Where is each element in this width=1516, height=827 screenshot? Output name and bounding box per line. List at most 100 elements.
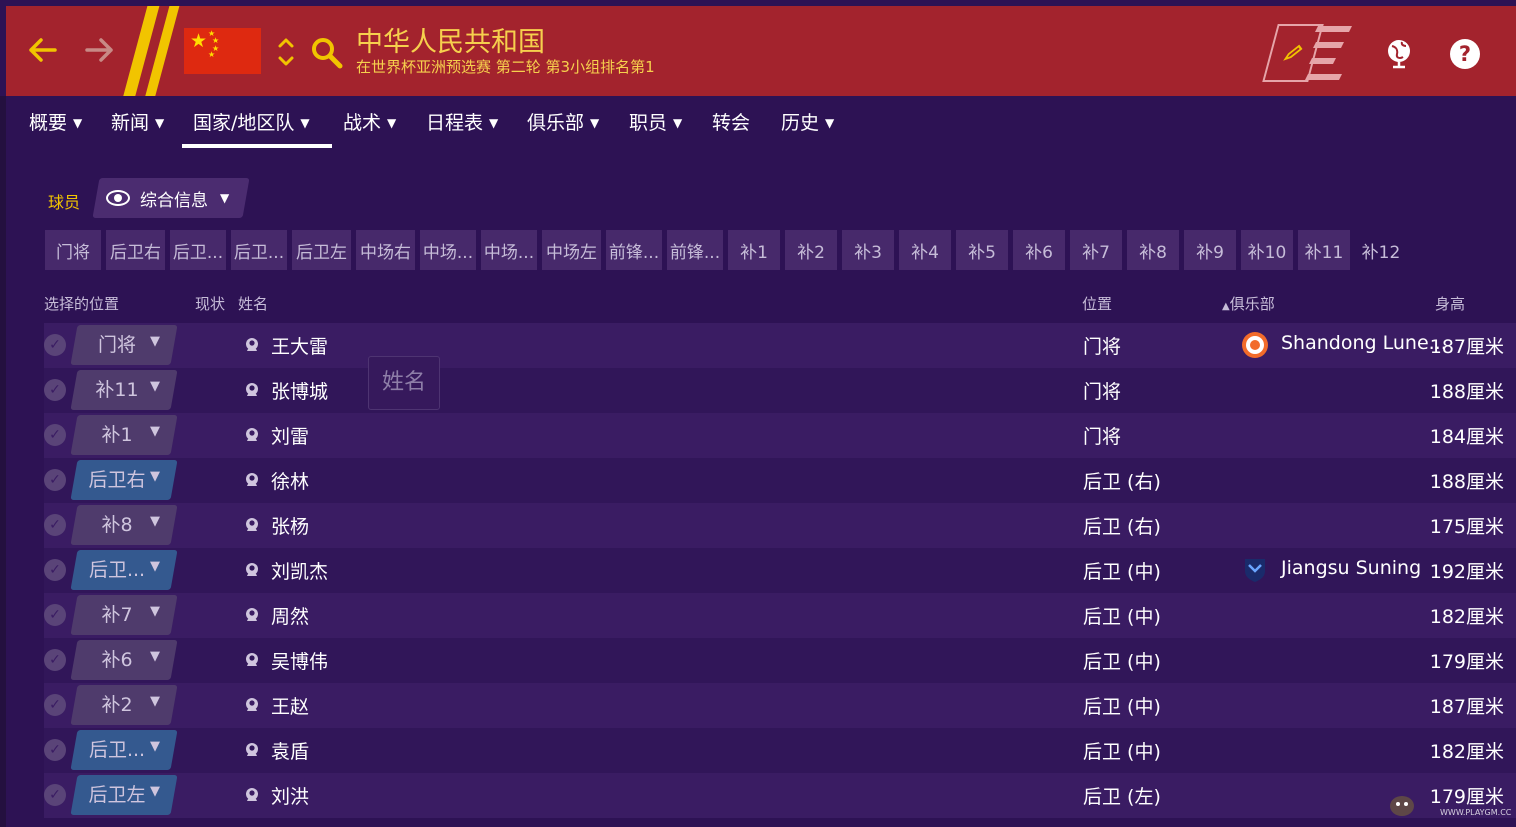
position-tab[interactable]: 前锋... bbox=[667, 230, 723, 270]
player-name[interactable]: 张杨 bbox=[271, 512, 309, 539]
chevron-down-icon: ▼ bbox=[150, 424, 160, 439]
view-selector-content[interactable]: 综合信息 ▼ bbox=[106, 178, 229, 218]
position-tab[interactable]: 后卫右 bbox=[106, 230, 165, 270]
player-position: 后卫 (中) bbox=[1083, 606, 1161, 628]
position-tab[interactable]: 补9 bbox=[1184, 230, 1236, 270]
player-height: 182厘米 bbox=[1429, 741, 1504, 763]
nav-news[interactable]: 新闻 ▼ bbox=[111, 108, 164, 135]
forward-button[interactable] bbox=[78, 28, 122, 72]
player-name[interactable]: 吴博伟 bbox=[271, 647, 328, 674]
chevron-down-icon: ▼ bbox=[150, 469, 160, 484]
player-height: 188厘米 bbox=[1429, 381, 1504, 403]
nav-tactics[interactable]: 战术 ▼ bbox=[343, 108, 396, 135]
position-tab[interactable]: 补6 bbox=[1013, 230, 1065, 270]
search-button[interactable] bbox=[310, 36, 346, 72]
table-row[interactable]: ✓ 后卫左 ▼ 刘洪 后卫 (左) 179厘米 bbox=[44, 773, 1516, 818]
player-height: 192厘米 bbox=[1429, 561, 1504, 583]
table-row[interactable]: ✓ 补7 ▼ 周然 后卫 (中) 182厘米 bbox=[44, 593, 1516, 638]
table-row[interactable]: ✓ 补1 ▼ 刘雷 门将 184厘米 bbox=[44, 413, 1516, 458]
table-row[interactable]: ✓ 后卫... ▼ 刘凯杰 后卫 (中) Jiangsu Suning 192厘米 bbox=[44, 548, 1516, 593]
position-tab[interactable]: 后卫... bbox=[231, 230, 287, 270]
check-icon[interactable]: ✓ bbox=[44, 559, 66, 581]
position-tab[interactable]: 中场... bbox=[420, 230, 476, 270]
table-row[interactable]: ✓ 后卫... ▼ 袁盾 后卫 (中) 182厘米 bbox=[44, 728, 1516, 773]
pencil-icon bbox=[1283, 44, 1303, 61]
selected-position-value: 后卫... bbox=[88, 739, 146, 761]
player-name[interactable]: 刘雷 bbox=[271, 422, 309, 449]
position-tab[interactable]: 后卫左 bbox=[292, 230, 351, 270]
jiangsu-club-badge-icon bbox=[1245, 559, 1265, 582]
player-height: 187厘米 bbox=[1429, 336, 1504, 358]
position-tab[interactable]: 中场右 bbox=[356, 230, 415, 270]
help-button[interactable]: ? bbox=[1450, 39, 1480, 69]
position-tab[interactable]: 门将 bbox=[45, 230, 101, 270]
position-tab[interactable]: 后卫... bbox=[170, 230, 226, 270]
nav-clubs[interactable]: 俱乐部 ▼ bbox=[527, 108, 599, 135]
position-tab[interactable]: 补3 bbox=[842, 230, 894, 270]
nav-schedule[interactable]: 日程表 ▼ bbox=[426, 108, 498, 135]
position-tab[interactable]: 补12 bbox=[1355, 230, 1407, 270]
position-tab[interactable]: 补2 bbox=[785, 230, 837, 270]
player-name[interactable]: 王赵 bbox=[271, 692, 309, 719]
position-tab[interactable]: 补11 bbox=[1298, 230, 1350, 270]
check-icon[interactable]: ✓ bbox=[44, 514, 66, 536]
check-icon[interactable]: ✓ bbox=[44, 649, 66, 671]
shandong-club-badge-icon bbox=[1242, 332, 1268, 358]
person-icon bbox=[246, 788, 258, 801]
check-icon[interactable]: ✓ bbox=[44, 334, 66, 356]
col-club[interactable]: ▲俱乐部 bbox=[1222, 293, 1275, 314]
check-icon[interactable]: ✓ bbox=[44, 784, 66, 806]
table-row[interactable]: ✓ 补6 ▼ 吴博伟 后卫 (中) 179厘米 bbox=[44, 638, 1516, 683]
chevron-down-icon: ▼ bbox=[673, 116, 683, 130]
selected-position-value: 后卫右 bbox=[88, 469, 146, 491]
col-name[interactable]: 姓名 bbox=[238, 293, 268, 314]
position-tab[interactable]: 中场... bbox=[481, 230, 537, 270]
chevron-down-icon: ▼ bbox=[150, 514, 160, 529]
position-tab[interactable]: 补5 bbox=[956, 230, 1008, 270]
player-name[interactable]: 刘凯杰 bbox=[271, 557, 328, 584]
table-row[interactable]: ✓ 补2 ▼ 王赵 后卫 (中) 187厘米 bbox=[44, 683, 1516, 728]
position-tab[interactable]: 补7 bbox=[1070, 230, 1122, 270]
check-icon[interactable]: ✓ bbox=[44, 604, 66, 626]
player-name[interactable]: 周然 bbox=[271, 602, 309, 629]
check-icon[interactable]: ✓ bbox=[44, 424, 66, 446]
nav-staff[interactable]: 职员 ▼ bbox=[629, 108, 682, 135]
player-position: 后卫 (右) bbox=[1083, 516, 1161, 538]
team-switch-button[interactable] bbox=[274, 32, 298, 76]
col-height[interactable]: 身高 bbox=[1435, 293, 1465, 314]
chevron-down-icon: ▼ bbox=[489, 116, 499, 130]
world-button[interactable] bbox=[1382, 36, 1416, 70]
position-tab[interactable]: 补10 bbox=[1241, 230, 1293, 270]
player-name[interactable]: 袁盾 bbox=[271, 737, 309, 764]
table-row[interactable]: ✓ 补8 ▼ 张杨 后卫 (右) 175厘米 bbox=[44, 503, 1516, 548]
check-icon[interactable]: ✓ bbox=[44, 694, 66, 716]
nav-national-team[interactable]: 国家/地区队 ▼ bbox=[193, 108, 310, 135]
position-tab[interactable]: 前锋... bbox=[606, 230, 662, 270]
table-row[interactable]: ✓ 后卫右 ▼ 徐林 后卫 (右) 188厘米 bbox=[44, 458, 1516, 503]
player-name[interactable]: 徐林 bbox=[271, 467, 309, 494]
view-label: 综合信息 bbox=[140, 190, 208, 211]
page-subtitle: 在世界杯亚洲预选赛 第二轮 第3小组排名第1 bbox=[356, 58, 655, 76]
position-tab[interactable]: 补4 bbox=[899, 230, 951, 270]
nav-overview[interactable]: 概要 ▼ bbox=[29, 108, 82, 135]
player-name[interactable]: 王大雷 bbox=[271, 332, 328, 359]
check-icon[interactable]: ✓ bbox=[44, 379, 66, 401]
table-row[interactable]: ✓ 门将 ▼ 王大雷 门将 Shandong Lune... 187厘米 bbox=[44, 323, 1516, 368]
player-club[interactable]: Shandong Lune... bbox=[1281, 332, 1447, 354]
player-name[interactable]: 刘洪 bbox=[271, 782, 309, 809]
nav-history[interactable]: 历史 ▼ bbox=[781, 108, 834, 135]
player-name[interactable]: 张博城 bbox=[271, 377, 328, 404]
position-tab[interactable]: 中场左 bbox=[542, 230, 601, 270]
table-row[interactable]: ✓ 补11 ▼ 张博城 门将 188厘米 bbox=[44, 368, 1516, 413]
player-height: 188厘米 bbox=[1429, 471, 1504, 493]
col-position[interactable]: 位置 bbox=[1082, 293, 1112, 314]
col-selected-position[interactable]: 选择的位置 bbox=[44, 293, 119, 314]
position-tab[interactable]: 补8 bbox=[1127, 230, 1179, 270]
back-button[interactable] bbox=[20, 28, 64, 72]
check-icon[interactable]: ✓ bbox=[44, 469, 66, 491]
check-icon[interactable]: ✓ bbox=[44, 739, 66, 761]
player-club[interactable]: Jiangsu Suning bbox=[1281, 557, 1421, 579]
position-tab[interactable]: 补1 bbox=[728, 230, 780, 270]
col-status[interactable]: 现状 bbox=[195, 293, 225, 314]
nav-transfers[interactable]: 转会 bbox=[712, 108, 750, 135]
